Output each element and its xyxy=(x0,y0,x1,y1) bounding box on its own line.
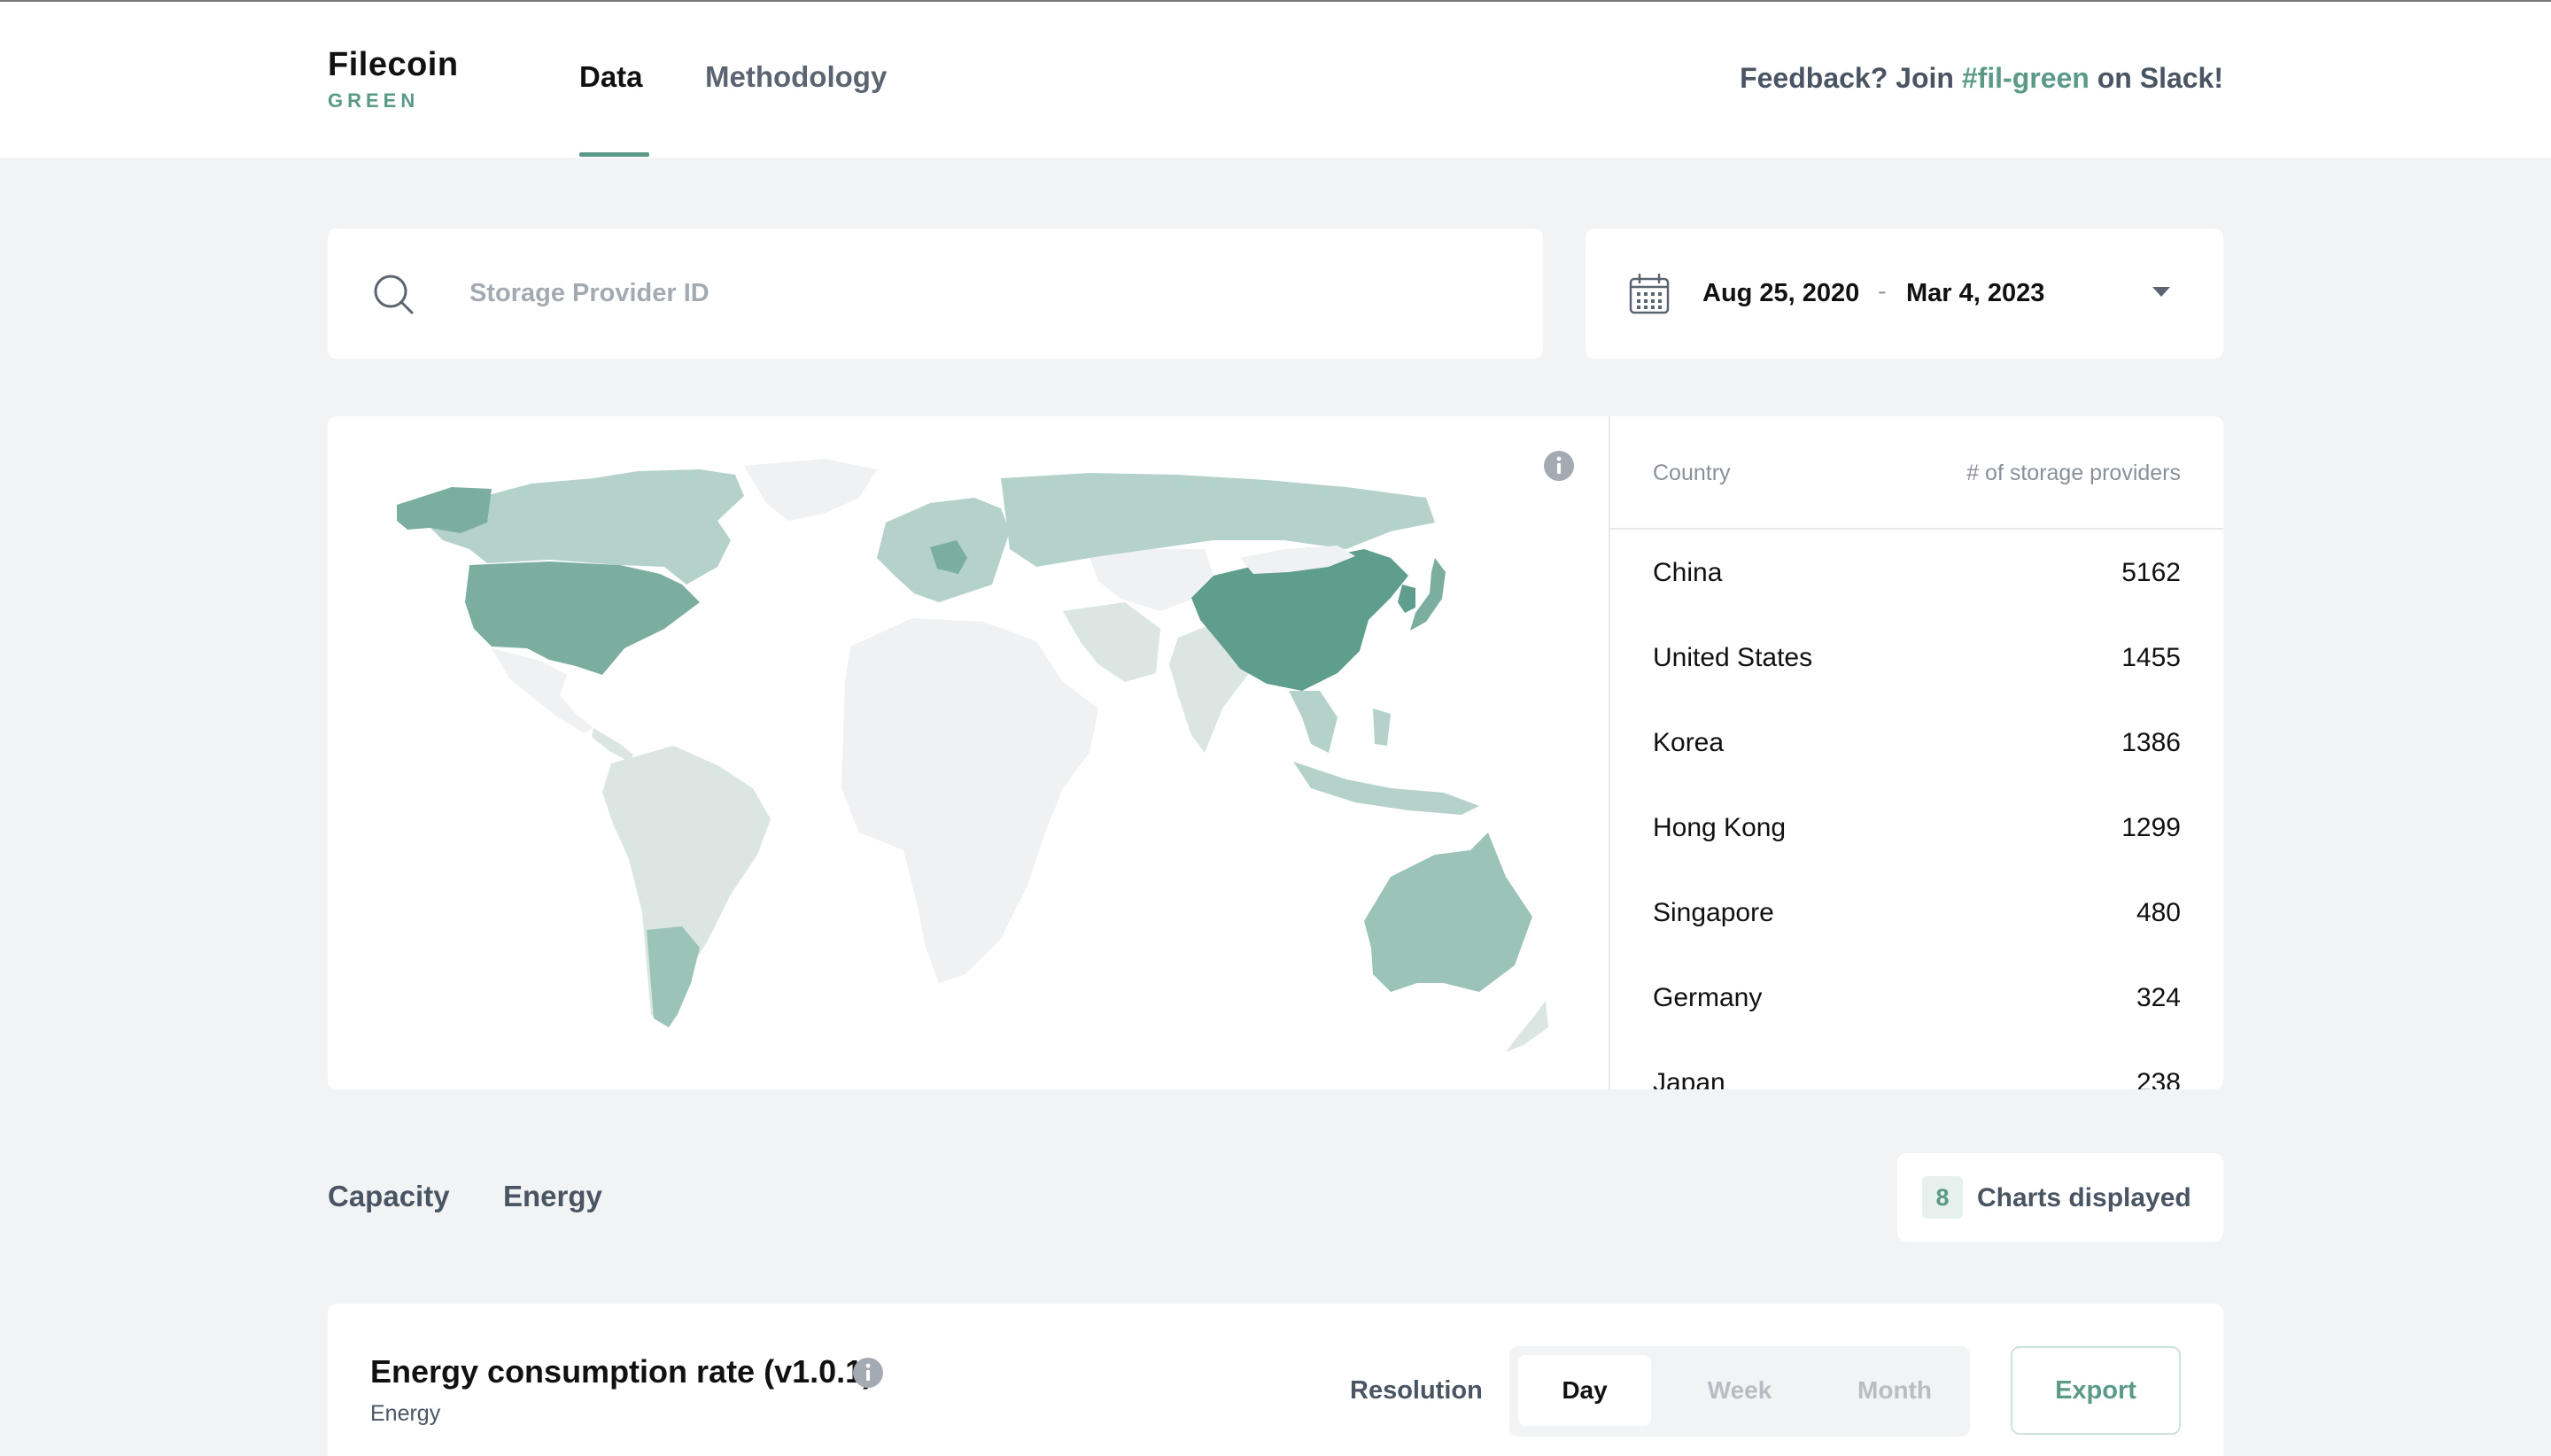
country-name: Hong Kong xyxy=(1653,813,1787,842)
date-range-picker[interactable]: Aug 25, 2020 - Mar 4, 2023 xyxy=(1586,228,2223,359)
table-row[interactable]: Germany 324 xyxy=(1610,955,2223,1040)
world-map-panel: Country # of storage providers China 5162… xyxy=(328,416,2223,1089)
search-icon xyxy=(374,275,414,314)
provider-count: 1386 xyxy=(2121,728,2181,757)
country-name: Japan xyxy=(1653,1068,1725,1089)
table-body: China 5162 United States 1455 Korea 1386 Ho… xyxy=(1610,530,2223,1089)
export-button[interactable]: Export xyxy=(2011,1346,2181,1435)
country-name: China xyxy=(1653,558,1723,587)
tab-capacity[interactable]: Capacity xyxy=(328,1180,450,1213)
chart-title: Energy consumption rate (v1.0.1) xyxy=(370,1353,874,1390)
chevron-down-icon xyxy=(2152,287,2170,297)
filecoin-green-logo[interactable]: Filecoin GREEN xyxy=(328,46,459,112)
map-region-indonesia xyxy=(1293,762,1479,815)
resolution-week-button[interactable]: Week xyxy=(1673,1355,1806,1426)
tab-energy[interactable]: Energy xyxy=(503,1180,602,1213)
provider-count: 480 xyxy=(2136,898,2181,927)
country-name: Singapore xyxy=(1653,898,1774,927)
nav-tab-methodology[interactable]: Methodology xyxy=(705,60,887,94)
map-country-argentina xyxy=(647,926,700,1027)
info-icon[interactable] xyxy=(1543,450,1575,482)
charts-count-badge: 8 xyxy=(1922,1176,1963,1219)
map-country-philippines xyxy=(1373,709,1391,746)
table-header: Country # of storage providers xyxy=(1610,416,2223,530)
logo-subtitle: GREEN xyxy=(328,89,420,112)
map-country-greenland xyxy=(744,459,877,521)
resolution-day-button[interactable]: Day xyxy=(1518,1355,1651,1426)
map-region-africa xyxy=(841,618,1098,983)
world-map-svg xyxy=(397,459,1548,1052)
table-row[interactable]: Korea 1386 xyxy=(1610,700,2223,785)
table-row[interactable]: Japan 238 xyxy=(1610,1040,2223,1089)
country-table: Country # of storage providers China 5162… xyxy=(1610,416,2223,1089)
storage-provider-id-input[interactable] xyxy=(469,264,1488,322)
column-header-provider-count[interactable]: # of storage providers xyxy=(1966,461,2181,486)
storage-provider-search xyxy=(328,228,1543,359)
date-range-end: Mar 4, 2023 xyxy=(1906,279,2045,307)
resolution-label: Resolution xyxy=(1350,1376,1483,1405)
map-region-central-america xyxy=(592,728,633,762)
info-icon[interactable] xyxy=(852,1357,884,1389)
country-name: Germany xyxy=(1653,983,1763,1012)
map-country-australia xyxy=(1364,833,1532,992)
logo-title: Filecoin xyxy=(328,46,459,83)
top-navbar: Filecoin GREEN Data Methodology Feedback… xyxy=(0,2,2551,158)
resolution-month-button[interactable]: Month xyxy=(1828,1355,1961,1426)
date-range-separator: - xyxy=(1878,277,1887,306)
charts-displayed-label: Charts displayed xyxy=(1977,1183,2191,1212)
table-row[interactable]: United States 1455 xyxy=(1610,615,2223,700)
table-row[interactable]: China 5162 xyxy=(1610,530,2223,615)
provider-count: 5162 xyxy=(2121,558,2181,587)
provider-count: 1455 xyxy=(2121,643,2181,672)
map-region-alaska xyxy=(397,487,492,533)
energy-consumption-chart-card: Energy consumption rate (v1.0.1) Energy … xyxy=(328,1304,2223,1456)
map-region-southeast-asia xyxy=(1289,691,1338,753)
table-row[interactable]: Singapore 480 xyxy=(1610,870,2223,955)
slack-channel-link[interactable]: #fil-green xyxy=(1962,62,2090,94)
calendar-icon xyxy=(1629,273,1670,314)
nav-tab-data[interactable]: Data xyxy=(579,60,643,94)
provider-count: 1299 xyxy=(2121,813,2181,842)
provider-count: 324 xyxy=(2136,983,2181,1012)
chart-category: Energy xyxy=(370,1401,441,1426)
map-country-korea xyxy=(1398,585,1415,613)
feedback-message: Feedback? Join #fil-green on Slack! xyxy=(1740,62,2223,95)
table-row[interactable]: Hong Kong 1299 xyxy=(1610,785,2223,870)
charts-displayed-button[interactable]: 8 Charts displayed xyxy=(1897,1153,2223,1242)
date-range-start: Aug 25, 2020 xyxy=(1702,279,1860,307)
map-country-new-zealand xyxy=(1506,1001,1548,1052)
world-map[interactable] xyxy=(328,416,1609,1089)
feedback-suffix: on Slack! xyxy=(2089,62,2223,94)
column-header-country[interactable]: Country xyxy=(1653,461,1731,486)
country-name: United States xyxy=(1653,643,1813,672)
active-tab-indicator xyxy=(579,152,649,157)
resolution-selector: Day Week Month xyxy=(1509,1346,1970,1437)
feedback-prefix: Feedback? Join xyxy=(1740,62,1962,94)
map-region-middle-east xyxy=(1063,602,1160,682)
provider-count: 238 xyxy=(2136,1068,2181,1089)
country-name: Korea xyxy=(1653,728,1725,757)
